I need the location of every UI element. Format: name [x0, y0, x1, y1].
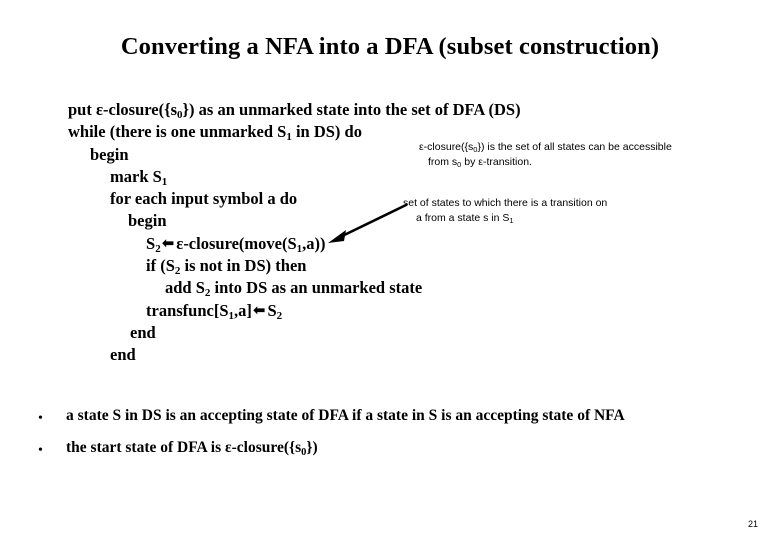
- subscript-one: 1: [509, 215, 514, 225]
- annotation-line: ε-closure({s0}) is the set of all states…: [419, 140, 672, 155]
- subscript-two: 2: [174, 265, 181, 278]
- subscript-one: 1: [161, 175, 168, 188]
- code-text: into DS as an unmarked state: [210, 278, 423, 298]
- code-text: S: [146, 233, 156, 253]
- slide-canvas: Converting a NFA into a DFA (subset cons…: [0, 0, 780, 540]
- subscript-two: 2: [155, 242, 161, 255]
- bullet-dot-icon: •: [38, 411, 43, 426]
- code-text: S: [267, 300, 277, 320]
- summary-bullet-list: • a state S in DS is an accepting state …: [38, 406, 758, 470]
- subscript-zero: 0: [301, 447, 307, 458]
- code-text: mark S: [110, 166, 162, 186]
- code-text: put ε-closure({s: [68, 100, 178, 119]
- code-text: in DS) do: [291, 122, 362, 142]
- assignment-arrow-icon: ⬅: [161, 233, 175, 252]
- subscript-two: 2: [204, 287, 211, 300]
- subscript-one: 1: [228, 309, 235, 322]
- annotation-line: from s0 by ε-transition.: [419, 155, 672, 170]
- annotation-text: ε-closure({s: [419, 141, 474, 153]
- code-text: ε-closure(move(S: [176, 233, 297, 253]
- code-text: is not in DS) then: [180, 256, 307, 276]
- annotation-text: a from a state s in S: [416, 211, 510, 224]
- annotation-line: set of states to which there is a transi…: [403, 197, 608, 209]
- annotation-text: from s: [428, 155, 458, 168]
- annotation-epsilon-closure: ε-closure({s0}) is the set of all states…: [419, 140, 672, 169]
- code-text: ,a]: [234, 300, 252, 320]
- list-item: • a state S in DS is an accepting state …: [38, 406, 758, 438]
- code-line-transfunc: transfunc[S1,a]⬅ S2: [68, 300, 488, 322]
- subscript-zero: 0: [177, 109, 183, 121]
- subscript-zero: 0: [457, 159, 462, 169]
- code-line-assign-s2: S2⬅ ε-closure(move(S1,a)): [68, 233, 488, 255]
- code-line-add: add S2 into DS as an unmarked state: [68, 277, 488, 299]
- annotation-move-function: set of states to which there is a transi…: [403, 196, 607, 225]
- bullet-dot-icon: •: [38, 443, 43, 458]
- subscript-one: 1: [286, 131, 292, 144]
- subscript-two: 2: [276, 309, 283, 322]
- code-line-if: if (S2 is not in DS) then: [68, 255, 488, 277]
- subscript-one: 1: [296, 242, 303, 255]
- annotation-text: }) is the set of all states can be acces…: [477, 141, 672, 153]
- annotation-line: a from a state s in S1: [403, 211, 607, 226]
- code-line-end-inner: end: [130, 322, 156, 342]
- code-text: }) as an unmarked state into the set of …: [182, 100, 521, 119]
- bullet-text-part: the start state of DFA is ε-closure({s: [66, 439, 302, 456]
- annotation-text: by ε-transition.: [461, 155, 532, 168]
- code-line-put: put ε-closure({s0}) as an unmarked state…: [68, 99, 521, 121]
- bullet-text: a state S in DS is an accepting state of…: [66, 407, 625, 424]
- code-text: add S: [165, 278, 205, 298]
- code-line-end-outer: end: [110, 345, 136, 365]
- assignment-arrow-icon: ⬅: [252, 300, 266, 319]
- subscript-zero: 0: [473, 145, 478, 154]
- code-text: transfunc[S: [146, 300, 229, 320]
- page-number: 21: [747, 519, 758, 529]
- bullet-text-part: }): [306, 439, 318, 456]
- list-item: • the start state of DFA is ε-closure({s…: [38, 438, 758, 470]
- bullet-text: the start state of DFA is ε-closure({s0}…: [66, 438, 318, 458]
- page-title: Converting a NFA into a DFA (subset cons…: [120, 33, 660, 60]
- code-text: while (there is one unmarked S: [68, 122, 287, 142]
- code-line-mark: mark S1: [68, 166, 488, 188]
- code-text: if (S: [146, 256, 175, 276]
- code-text: ,a)): [302, 233, 326, 253]
